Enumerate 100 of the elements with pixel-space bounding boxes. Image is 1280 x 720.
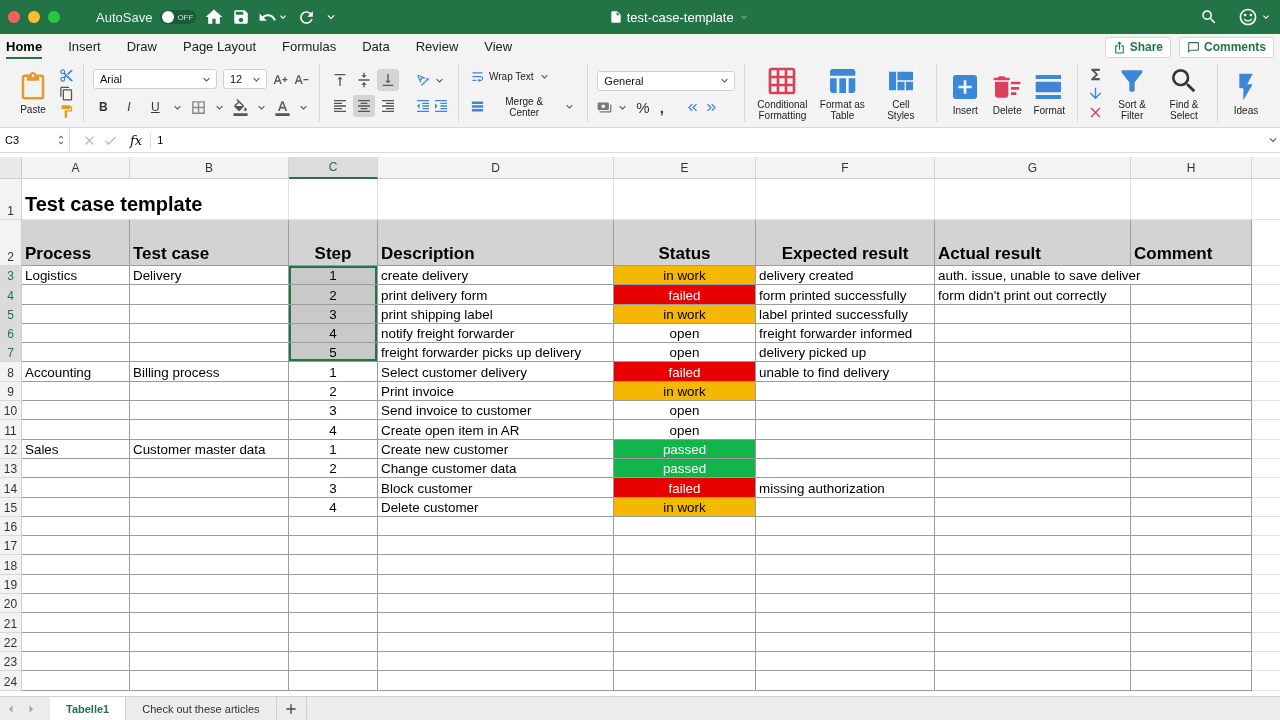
empty-cell[interactable]	[935, 594, 1131, 614]
row-number[interactable]: 15	[0, 497, 22, 517]
empty-cell[interactable]	[614, 594, 756, 614]
column-header[interactable]: G	[935, 157, 1131, 179]
empty-cell[interactable]	[130, 420, 289, 440]
empty-cell[interactable]	[1131, 536, 1252, 556]
empty-cell[interactable]	[756, 632, 935, 652]
row-number[interactable]: 5	[0, 304, 22, 324]
row-number[interactable]: 8	[0, 362, 22, 382]
empty-cell[interactable]	[130, 458, 289, 479]
empty-cell[interactable]	[756, 555, 935, 575]
empty-cell[interactable]	[614, 574, 756, 595]
column-header[interactable]: H	[1131, 157, 1252, 179]
empty-cell[interactable]	[1131, 651, 1252, 672]
row-number[interactable]: 7	[0, 343, 22, 363]
paste-button[interactable]: Paste	[15, 71, 51, 115]
empty-cell[interactable]	[614, 613, 756, 633]
row-number[interactable]: 20	[0, 594, 22, 614]
empty-cell[interactable]	[289, 536, 378, 556]
empty-cell[interactable]	[378, 555, 614, 575]
empty-cell[interactable]	[614, 516, 756, 537]
cut-icon[interactable]	[59, 67, 74, 83]
name-box[interactable]: C3	[0, 129, 70, 151]
empty-cell[interactable]	[1131, 555, 1252, 575]
empty-cell[interactable]	[935, 323, 1131, 344]
row-number[interactable]: 9	[0, 381, 22, 402]
smiley-icon[interactable]	[1238, 7, 1258, 27]
empty-cell[interactable]	[614, 632, 756, 652]
empty-cell[interactable]	[289, 574, 378, 595]
empty-cell[interactable]	[935, 458, 1131, 479]
italic-button[interactable]: I	[119, 97, 139, 117]
empty-cell[interactable]	[378, 613, 614, 633]
empty-cell[interactable]	[614, 651, 756, 672]
row-number[interactable]: 11	[0, 420, 22, 440]
formula-field[interactable]: 1	[151, 134, 1266, 146]
increase-indent-icon[interactable]	[433, 98, 449, 114]
empty-cell[interactable]	[130, 536, 289, 556]
ribbon-command-button[interactable]: Conditional Formatting	[754, 65, 811, 121]
ribbon-tab[interactable]: Page Layout	[183, 35, 256, 59]
empty-cell[interactable]	[1131, 594, 1252, 614]
empty-cell[interactable]	[935, 381, 1131, 402]
row-number[interactable]: 18	[0, 555, 22, 575]
font-size-field[interactable]: 12	[223, 69, 267, 89]
empty-cell[interactable]	[935, 401, 1131, 421]
ribbon-command-button[interactable]: Cell Styles	[874, 65, 928, 121]
ribbon-command-button[interactable]: Delete	[988, 70, 1027, 116]
empty-cell[interactable]	[935, 613, 1131, 633]
text-orientation-icon[interactable]	[415, 72, 431, 88]
empty-cell[interactable]	[935, 343, 1131, 363]
ribbon-tab[interactable]: Draw	[126, 35, 157, 59]
comma-style-button[interactable]: ,	[656, 98, 667, 116]
number-format-field[interactable]: General	[597, 70, 736, 91]
ribbon-command-button[interactable]: Insert	[946, 70, 985, 116]
sheet-tab[interactable]: Tabelle1	[50, 697, 127, 720]
empty-cell[interactable]	[130, 497, 289, 517]
empty-cell[interactable]	[1131, 497, 1252, 517]
row-number[interactable]: 2	[0, 220, 22, 266]
empty-cell[interactable]	[1131, 671, 1252, 691]
empty-cell[interactable]	[289, 613, 378, 633]
ribbon-command-button[interactable]: Find & Select	[1160, 65, 1208, 121]
empty-cell[interactable]	[756, 420, 935, 440]
row-number[interactable]: 4	[0, 285, 22, 305]
autosave-toggle[interactable]: OFF	[160, 10, 197, 24]
empty-cell[interactable]	[935, 362, 1131, 382]
row-number[interactable]: 22	[0, 632, 22, 652]
empty-cell[interactable]	[289, 651, 378, 672]
empty-cell[interactable]	[1131, 401, 1252, 421]
underline-button[interactable]: U	[145, 97, 165, 117]
font-color-icon[interactable]	[274, 98, 291, 116]
empty-cell[interactable]	[756, 613, 935, 633]
empty-cell[interactable]	[130, 555, 289, 575]
search-icon[interactable]	[1200, 8, 1218, 26]
empty-cell[interactable]	[935, 516, 1131, 537]
empty-cell[interactable]	[378, 671, 614, 691]
column-header[interactable]: A	[22, 157, 130, 179]
row-number[interactable]: 12	[0, 439, 22, 459]
column-header[interactable]: E	[614, 157, 756, 179]
empty-cell[interactable]	[935, 497, 1131, 517]
empty-cell[interactable]	[1131, 516, 1252, 537]
empty-cell[interactable]	[1131, 478, 1252, 498]
empty-cell[interactable]	[1131, 323, 1252, 344]
empty-cell[interactable]	[378, 574, 614, 595]
empty-cell[interactable]	[935, 420, 1131, 440]
empty-cell[interactable]	[614, 555, 756, 575]
bold-button[interactable]: B	[93, 97, 113, 117]
empty-cell[interactable]	[289, 632, 378, 652]
wrap-text-button[interactable]: Wrap Text	[468, 68, 553, 84]
empty-cell[interactable]	[1131, 420, 1252, 440]
empty-cell[interactable]	[756, 574, 935, 595]
empty-cell[interactable]	[1131, 304, 1252, 324]
empty-cell[interactable]	[935, 574, 1131, 595]
empty-cell[interactable]	[289, 671, 378, 691]
empty-cell[interactable]	[756, 536, 935, 556]
row-number[interactable]: 1	[0, 179, 22, 220]
empty-cell[interactable]	[756, 401, 935, 421]
empty-cell[interactable]	[935, 555, 1131, 575]
empty-cell[interactable]	[756, 594, 935, 614]
row-number[interactable]: 14	[0, 478, 22, 498]
empty-cell[interactable]	[614, 671, 756, 691]
ribbon-tab[interactable]: Formulas	[282, 35, 337, 59]
